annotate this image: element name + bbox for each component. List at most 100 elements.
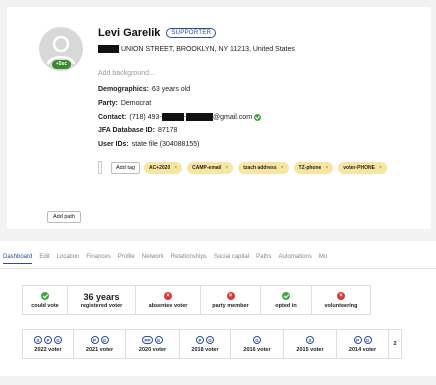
tag-label: TZ-phone [298,164,322,171]
add-tag-button[interactable]: Add tag [111,161,140,174]
vote-label: 2021 voter [85,346,114,353]
demographics-field: Demographics: 63 years old [98,86,190,93]
name-row: Levi Garelik SUPPORTER [98,27,217,39]
dashboard-card: Dashboard Edit Location Finances Profile… [0,241,436,376]
party-field: Party: Democrat [98,100,151,107]
voting-history-row: S P G 2022 voter P G 2021 voter PP G 202… [22,329,402,359]
check-circle-icon [282,291,290,300]
tab-finances[interactable]: Finances [86,254,110,264]
user-ids-value: state file (304088155) [131,141,200,148]
vote-badge: G [100,335,109,344]
address-line: UNION STREET, BROOKLYN, NY 11213, United… [98,45,295,53]
avatar-score-badge: +5sc [52,60,71,69]
vote-badges: S P G [33,335,63,344]
tag-chip[interactable]: AC+2020 × [143,161,183,174]
tag-chip[interactable]: voter-PHONE × [338,161,387,174]
stat-label: registered voter [80,302,123,309]
tab-profile[interactable]: Profile [118,254,135,264]
stat-label: could vote [31,302,59,309]
vote-badge: S [306,335,314,344]
tab-edit[interactable]: Edit [39,254,49,264]
tab-divider [0,268,436,269]
user-ids-field: User IDs: state file (304088155) [98,141,199,148]
tab-bar: Dashboard Edit Location Finances Profile… [3,254,334,264]
tab-automations[interactable]: Automations [279,254,312,264]
stat-party-member: × party member [201,286,261,314]
vote-label: 2015 voter [296,346,324,353]
add-background-input[interactable]: Add background... [98,70,155,77]
check-circle-icon [41,291,49,300]
stat-value: 36 years [83,291,120,302]
vote-badge: G [154,335,163,344]
vote-year: 2 [389,330,401,358]
demographics-value: 63 years old [151,86,191,93]
x-circle-icon: × [337,291,345,300]
vote-badge: G [54,335,62,344]
vote-year: P G 2018 voter [180,330,231,358]
redaction-block [98,45,119,53]
vote-badges: PP G [141,335,163,344]
tab-dashboard[interactable]: Dashboard [3,254,33,264]
vote-label: 2022 voter [34,346,62,353]
tab-more[interactable]: Mo [319,254,327,264]
vote-badge: P [90,335,99,344]
tag-chip[interactable]: TZ-phone × [293,161,334,174]
vote-badge: G [363,335,372,344]
vote-label: 2018 voter [191,346,219,353]
contact-email-suffix[interactable]: @gmail.com [213,114,252,121]
address-text: UNION STREET, BROOKLYN, NY 11213, United… [121,45,295,53]
vote-badges: G [252,335,262,344]
vote-year: G 2016 voter [231,330,284,358]
vote-label: 2020 voter [138,346,167,353]
tab-network[interactable]: Network [142,254,164,264]
vote-year: P G 2021 voter [74,330,126,358]
redaction-block [186,113,214,121]
close-icon[interactable]: × [174,165,177,171]
stat-label: party member [212,302,249,309]
stat-could-vote: could vote [23,286,68,314]
vote-label: 2016 voter [243,346,271,353]
vote-badge: S [34,335,42,344]
status-badge: SUPPORTER [166,28,217,38]
verified-check-icon [254,113,262,121]
vote-badge: G [206,335,214,344]
stat-label: opted in [275,302,297,309]
tag-chip[interactable]: CAMP-email × [187,161,234,174]
tag-label: voter-PHONE [343,164,375,171]
drag-handle[interactable] [98,161,102,174]
close-icon[interactable]: × [225,165,228,171]
tab-social-capital[interactable]: Social capital [214,254,249,264]
vote-badges: S [305,335,315,344]
tag-chip[interactable]: tzach address × [238,161,289,174]
vote-year: PP G 2020 voter [126,330,180,358]
vote-badge: P [196,335,204,344]
tab-paths[interactable]: Paths [256,254,271,264]
tab-location[interactable]: Location [57,254,80,264]
stat-volunteering: × volunteering [312,286,370,314]
close-icon[interactable]: × [281,165,284,171]
close-icon[interactable]: × [379,165,382,171]
party-value: Democrat [120,100,152,107]
person-name: Levi Garelik [98,27,161,39]
contact-field: Contact: (718) 493- - @gmail.com [98,113,262,121]
vote-year: P G 2014 voter [337,330,389,358]
profile-card: +5sc Levi Garelik SUPPORTER UNION STREET… [7,7,431,229]
vote-year: S 2015 voter [284,330,337,358]
vote-year: S P G 2022 voter [23,330,74,358]
close-icon[interactable]: × [325,165,328,171]
contact-label: Contact: [98,113,127,121]
stat-label: volunteering [324,302,358,309]
tag-label: AC+2020 [148,164,171,171]
tag-row: Add tag AC+2020 × CAMP-email × tzach addre… [98,161,392,174]
vote-badges: P G [353,335,373,344]
vote-badges: P G [195,335,215,344]
user-ids-label: User IDs: [98,141,129,148]
jfa-id-field: JFA Database ID: 87178 [98,127,177,134]
add-path-button[interactable]: Add path [47,211,82,223]
stat-label: absentee voter [148,302,188,309]
stat-registered-voter: 36 years registered voter [68,286,136,314]
tab-relationships[interactable]: Relationships [171,254,207,264]
vote-badge: PP [142,335,153,344]
tag-label: CAMP-email [192,164,222,171]
jfa-id-value: 87178 [157,127,178,134]
